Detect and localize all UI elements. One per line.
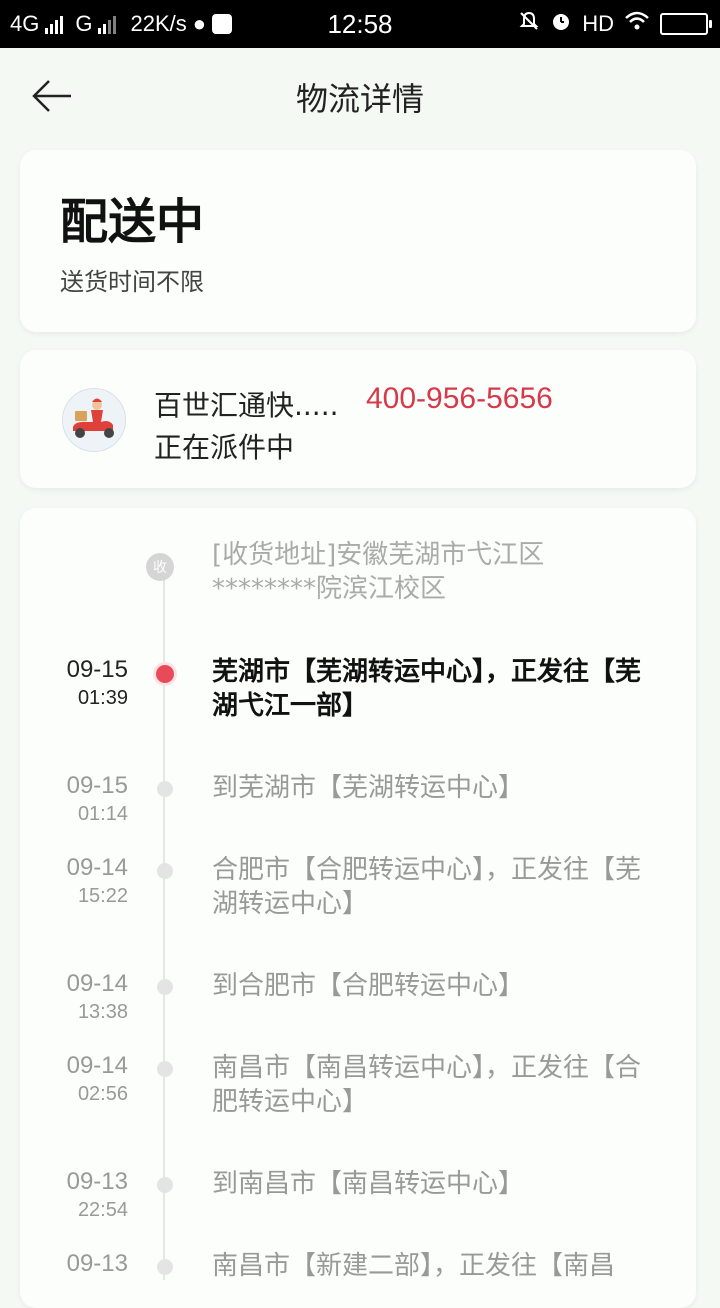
entry-time: 02:56: [77, 1083, 128, 1105]
entry-date: 09-13: [66, 1250, 128, 1277]
timeline-dot: [157, 1177, 173, 1193]
timeline-line: [163, 580, 165, 1280]
entry-description: 到合肥市【合肥转运中心】: [212, 971, 525, 1001]
battery-icon: [660, 13, 712, 35]
delivery-address: [收货地址]安徽芜湖市弋江区 ********院滨江校区: [212, 538, 672, 606]
entry-description: 南昌市【新建二部】，正发往【南昌: [212, 1251, 616, 1281]
status-right: HD: [518, 0, 712, 48]
entry-time: 01:14: [77, 803, 128, 825]
courier-avatar: [62, 388, 126, 452]
delivery-status-card: 配送中 送货时间不限: [20, 150, 696, 332]
courier-card: 百世汇通快..... 400-956-5656 正在派件中: [20, 350, 696, 488]
entry-date: 09-15: [66, 656, 128, 683]
entry-date: 09-14: [66, 1052, 128, 1079]
header: 物流详情: [0, 48, 720, 148]
entry-date: 09-15: [66, 772, 128, 799]
address-line: ********院滨江校区: [212, 574, 447, 604]
delivery-scooter-icon: [63, 389, 125, 451]
timeline-dot: [157, 781, 173, 797]
alarm-icon: [550, 10, 572, 38]
mute-icon: [518, 10, 540, 38]
entry-description: 到芜湖市【芜湖转运中心】: [212, 773, 525, 803]
timeline-dot: [157, 979, 173, 995]
courier-company-name: 百世汇通快.....: [154, 389, 339, 422]
courier-phone-link[interactable]: 400-956-5656: [366, 382, 553, 416]
page-title: 物流详情: [295, 80, 424, 118]
entry-description: 芜湖市【芜湖转运中心】，正发往【芜湖弋江一部】: [212, 657, 642, 721]
entry-description: 合肥市【合肥转运中心】，正发往【芜湖转运中心】: [212, 855, 642, 919]
entry-time: 22:54: [77, 1199, 128, 1221]
receive-badge: 收: [146, 553, 174, 581]
entry-time: 15:22: [77, 885, 128, 907]
courier-status: 正在派件中: [154, 431, 295, 464]
entry-description: 南昌市【南昌转运中心】，正发往【合肥转运中心】: [212, 1053, 642, 1117]
entry-date: 09-13: [66, 1168, 128, 1195]
entry-description: 到南昌市【南昌转运中心】: [212, 1169, 525, 1199]
hd-label: HD: [582, 11, 614, 36]
entry-time: 01:39: [77, 687, 128, 709]
delivery-time-note: 送货时间不限: [60, 268, 204, 296]
entry-time: 13:38: [77, 1001, 128, 1023]
timeline-dot: [157, 863, 173, 879]
timeline-dot: [157, 1259, 173, 1275]
wifi-icon: [624, 10, 650, 38]
timeline-dot: [156, 665, 174, 683]
entry-date: 09-14: [66, 970, 128, 997]
entry-date: 09-14: [66, 854, 128, 881]
timeline-dot: [157, 1061, 173, 1077]
delivery-status: 配送中: [60, 194, 205, 250]
address-line: [收货地址]安徽芜湖市弋江区: [212, 540, 545, 570]
status-bar: 4G G 22K/s ● 12:58 HD: [0, 0, 720, 48]
